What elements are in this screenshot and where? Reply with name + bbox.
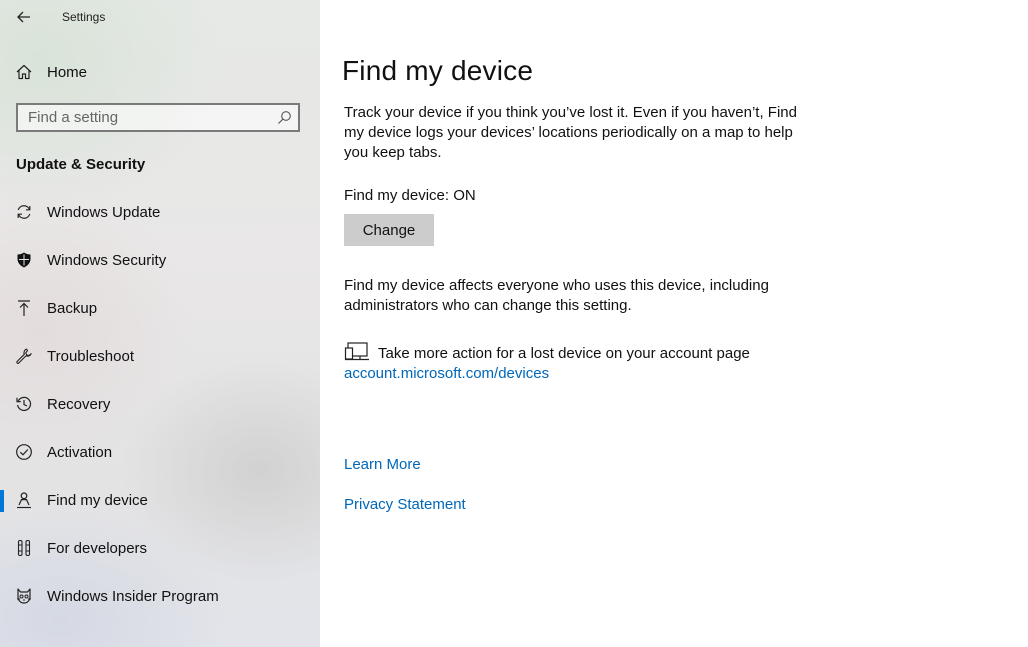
wrench-icon	[15, 347, 33, 365]
learn-more-link[interactable]: Learn More	[344, 456, 421, 473]
affects-note-text: Find my device affects everyone who uses…	[344, 277, 769, 314]
sidebar-item-windows-update[interactable]: Windows Update	[0, 192, 320, 232]
sidebar: Settings Home Update & Security	[0, 0, 320, 647]
find-my-device-status: Find my device: ON	[344, 187, 476, 204]
sidebar-item-label: For developers	[47, 539, 148, 557]
sidebar-item-label: Troubleshoot	[47, 347, 134, 365]
sidebar-item-label: Find my device	[47, 491, 148, 509]
settings-window: Settings Home Update & Security	[0, 0, 1028, 647]
sidebar-item-troubleshoot[interactable]: Troubleshoot	[0, 336, 320, 376]
section-heading: Update & Security	[16, 156, 146, 173]
sidebar-item-for-developers[interactable]: For developers	[0, 528, 320, 568]
title-bar: Settings	[0, 0, 320, 34]
sidebar-item-label: Activation	[47, 443, 113, 461]
devices-icon	[344, 342, 369, 361]
selection-indicator	[0, 490, 4, 512]
sidebar-item-recovery[interactable]: Recovery	[0, 384, 320, 424]
insider-cat-icon	[15, 587, 33, 605]
history-icon	[15, 395, 33, 413]
person-location-icon	[15, 491, 33, 509]
developer-tools-icon	[15, 539, 33, 557]
shield-icon	[15, 251, 33, 269]
sidebar-item-label: Backup	[47, 299, 98, 317]
search-icon[interactable]	[277, 110, 292, 125]
sidebar-item-label: Windows Security	[47, 251, 167, 269]
page-title: Find my device	[342, 55, 534, 86]
change-button[interactable]: Change	[344, 214, 434, 246]
sidebar-item-home[interactable]: Home	[0, 52, 320, 92]
sidebar-item-label: Windows Update	[47, 203, 161, 221]
back-arrow-icon	[17, 11, 30, 23]
sidebar-item-windows-security[interactable]: Windows Security	[0, 240, 320, 280]
backup-arrow-icon	[15, 299, 33, 317]
back-button[interactable]	[10, 4, 38, 30]
check-circle-icon	[15, 443, 33, 461]
search-input[interactable]	[18, 105, 278, 130]
lost-device-action-row: Take more action for a lost device on yo…	[344, 342, 750, 364]
lost-device-action-text: Take more action for a lost device on yo…	[378, 344, 750, 362]
search-box[interactable]	[16, 103, 300, 132]
sidebar-item-label: Windows Insider Program	[47, 587, 219, 605]
description-text: Track your device if you think you’ve lo…	[344, 104, 797, 161]
main-content: Find my device Track your device if you …	[320, 0, 1028, 647]
sidebar-item-windows-insider-program[interactable]: Windows Insider Program	[0, 576, 320, 616]
app-title: Settings	[62, 10, 106, 24]
sidebar-item-label: Home	[47, 63, 88, 81]
sidebar-item-activation[interactable]: Activation	[0, 432, 320, 472]
privacy-statement-link[interactable]: Privacy Statement	[344, 496, 466, 513]
sidebar-item-find-my-device[interactable]: Find my device	[0, 480, 320, 520]
sync-icon	[15, 203, 33, 221]
home-icon	[15, 63, 33, 81]
sidebar-item-label: Recovery	[47, 395, 111, 413]
sidebar-item-backup[interactable]: Backup	[0, 288, 320, 328]
account-devices-link[interactable]: account.microsoft.com/devices	[344, 365, 549, 382]
